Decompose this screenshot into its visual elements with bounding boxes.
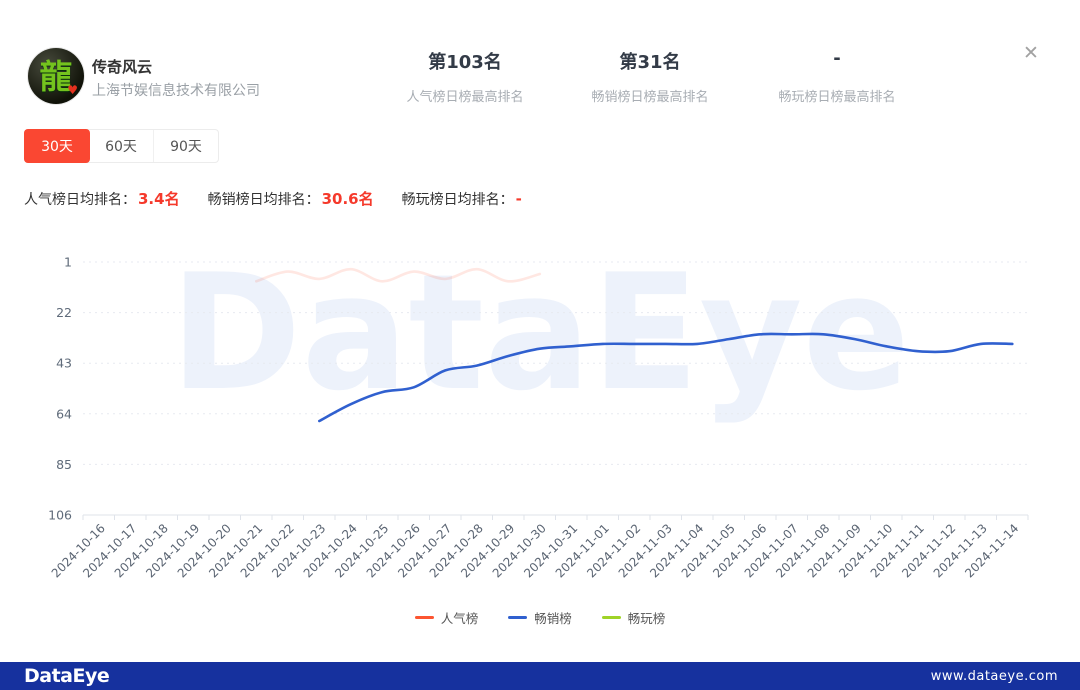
footer-bar: DataEye www.dataeye.com	[0, 662, 1080, 690]
stat-value: -	[727, 48, 947, 76]
dataeye-logo: DataEye	[24, 665, 109, 687]
y-tick-label: 22	[56, 305, 72, 320]
avg-rank-summary: 人气榜日均排名： 3.4名 畅销榜日均排名： 30.6名 畅玩榜日均排名： -	[24, 188, 550, 209]
close-icon[interactable]: ✕	[1016, 38, 1046, 68]
legend-swatch	[415, 616, 434, 619]
legend-item-畅玩榜[interactable]: 畅玩榜	[602, 608, 666, 627]
stat-label: 畅玩榜日榜最高排名	[727, 86, 947, 105]
y-tick-label: 106	[48, 508, 72, 523]
rank-trend-chart: DataEye1224364851062024-10-162024-10-172…	[0, 240, 1080, 615]
chart-legend: 人气榜 畅销榜 畅玩榜	[0, 608, 1080, 627]
app-company: 上海节娱信息技术有限公司	[92, 80, 260, 100]
avg-freeplay-value: -	[516, 190, 522, 208]
y-tick-label: 43	[56, 356, 72, 371]
legend-swatch	[602, 616, 621, 619]
y-tick-label: 1	[64, 255, 72, 270]
y-tick-label: 85	[56, 457, 72, 472]
app-icon: 龍 ♥	[28, 48, 84, 104]
avg-popularity-label: 人气榜日均排名：	[24, 189, 136, 209]
tab-90-days[interactable]: 90天	[154, 130, 218, 162]
time-range-tabs: 30天 60天 90天	[24, 129, 219, 163]
app-name: 传奇风云	[92, 56, 152, 77]
legend-label: 畅销榜	[534, 608, 572, 627]
avg-freeplay-label: 畅玩榜日均排名：	[402, 189, 514, 209]
tab-60-days[interactable]: 60天	[89, 130, 154, 162]
app-icon-heart-accent: ♥	[67, 84, 78, 96]
tab-30-days[interactable]: 30天	[24, 129, 90, 163]
avg-popularity-value: 3.4名	[138, 188, 180, 209]
legend-item-畅销榜[interactable]: 畅销榜	[508, 608, 572, 627]
chart-canvas: DataEye1224364851062024-10-162024-10-172…	[0, 240, 1080, 615]
legend-label: 畅玩榜	[628, 608, 666, 627]
footer-url: www.dataeye.com	[931, 669, 1058, 684]
legend-item-人气榜[interactable]: 人气榜	[415, 608, 479, 627]
legend-label: 人气榜	[441, 608, 479, 627]
avg-bestseller-label: 畅销榜日均排名：	[208, 189, 320, 209]
avg-bestseller-value: 30.6名	[322, 188, 374, 209]
stat-freeplay-best-rank: - 畅玩榜日榜最高排名	[727, 48, 947, 105]
legend-swatch	[508, 616, 527, 619]
y-tick-label: 64	[56, 406, 72, 421]
